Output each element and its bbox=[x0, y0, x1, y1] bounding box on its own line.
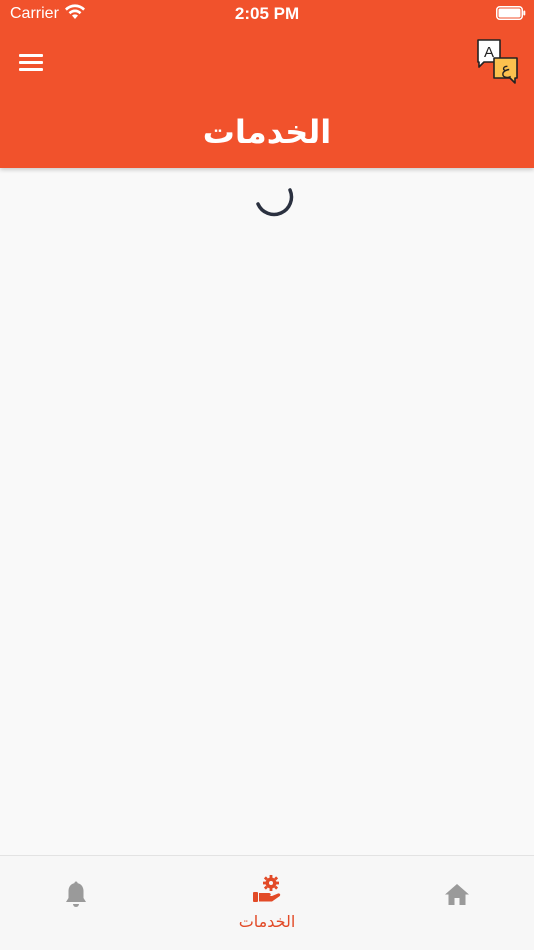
hand-gear-services-icon bbox=[253, 875, 281, 902]
page-title: الخدمات bbox=[202, 113, 332, 151]
tab-home[interactable] bbox=[356, 856, 534, 950]
language-letter-arabic: ع bbox=[501, 59, 511, 79]
home-icon bbox=[445, 884, 469, 905]
app-header: Carrier 2:05 PM A ع الخدمات bbox=[0, 0, 534, 168]
bell-icon bbox=[66, 881, 86, 907]
menu-bar-bottom bbox=[19, 68, 43, 71]
loading-spinner-icon bbox=[256, 188, 294, 217]
app-screen: Carrier 2:05 PM A ع الخدمات الخدمات bbox=[0, 0, 534, 950]
bottom-tab-bar: الخدمات bbox=[0, 855, 534, 950]
status-bar: Carrier 2:05 PM bbox=[0, 0, 534, 28]
status-time: 2:05 PM bbox=[234, 4, 300, 23]
menu-bar-top bbox=[19, 54, 43, 57]
tab-notifications[interactable] bbox=[0, 856, 178, 950]
tab-services[interactable]: الخدمات bbox=[178, 856, 356, 950]
menu-button[interactable] bbox=[19, 52, 45, 72]
battery-icon bbox=[496, 6, 526, 20]
tab-services-label: الخدمات bbox=[238, 912, 296, 931]
language-letter-latin: A bbox=[484, 44, 494, 61]
menu-bar-middle bbox=[19, 61, 43, 64]
translate-language-icon[interactable]: A ع bbox=[476, 38, 520, 86]
